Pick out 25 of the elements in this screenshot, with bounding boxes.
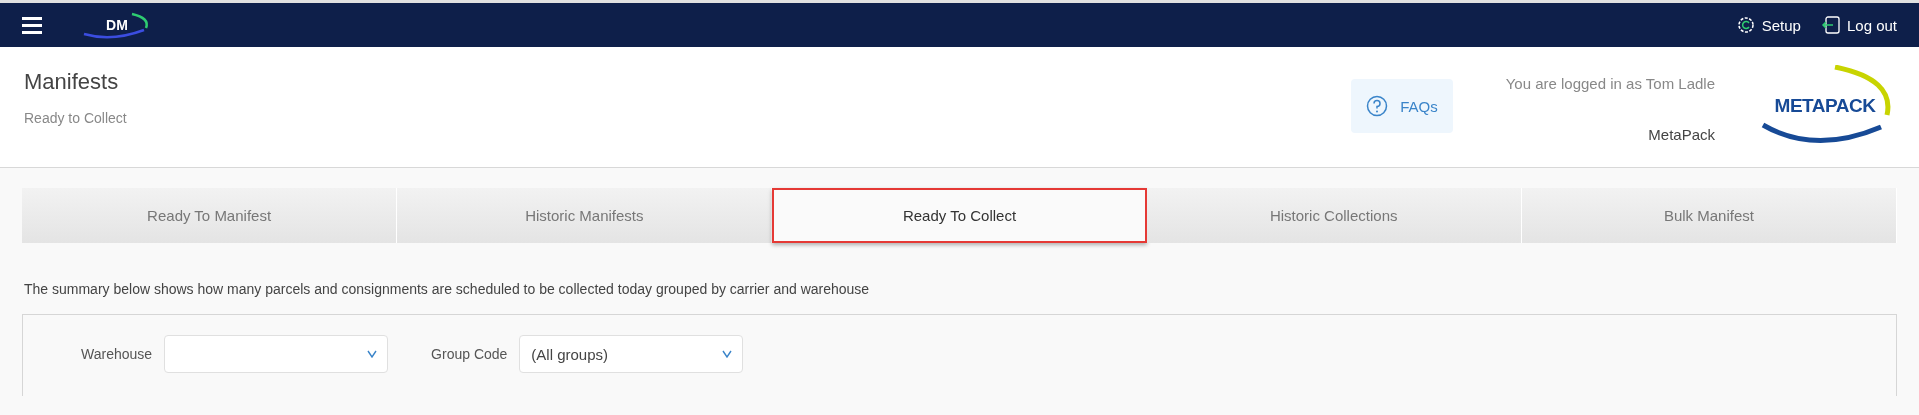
faqs-button[interactable]: FAQs <box>1351 79 1453 133</box>
tab[interactable]: Ready To Collect <box>772 188 1147 243</box>
dropdown-field[interactable]: (All groups) <box>519 335 744 373</box>
menu-icon[interactable] <box>22 16 42 34</box>
setup-button[interactable]: Setup <box>1735 15 1801 35</box>
logout-icon <box>1820 15 1841 35</box>
tab[interactable]: Bulk Manifest <box>1521 188 1897 243</box>
summary-text: The summary below shows how many parcels and consignments are scheduled to be collected today grouped by carrier and warehouse <box>24 281 871 297</box>
logged-in-text: You are logged in as Tom Ladle <box>1504 75 1715 92</box>
tab[interactable]: Historic Collections <box>1146 188 1522 243</box>
company-name: MetaPack <box>1647 126 1715 143</box>
tab[interactable]: Historic Manifests <box>397 188 773 243</box>
page-title: Manifests <box>24 69 120 95</box>
logout-button[interactable]: Log out <box>1820 15 1897 35</box>
filter-label: Group Code <box>431 346 508 362</box>
app-logo[interactable]: DM <box>82 10 152 40</box>
settings-icon <box>1735 15 1756 35</box>
brand-logo: METAPACK <box>1755 65 1895 147</box>
dropdown-field[interactable] <box>164 335 389 373</box>
help-icon <box>1366 95 1389 117</box>
chevron-down-icon <box>367 350 378 358</box>
page-subtitle: Ready to Collect <box>24 110 127 126</box>
chevron-down-icon <box>722 350 733 358</box>
filter-label: Warehouse <box>81 346 153 362</box>
tab[interactable]: Ready To Manifest <box>22 188 398 243</box>
